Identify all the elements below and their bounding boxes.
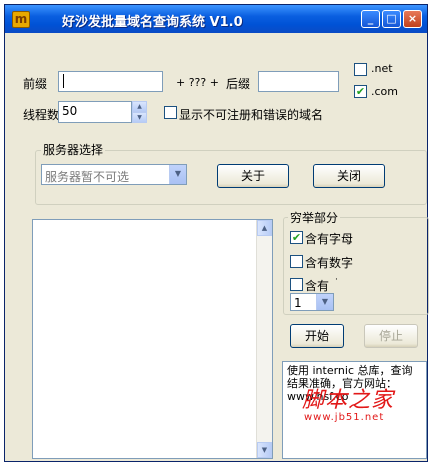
text-cursor — [63, 74, 64, 88]
server-select[interactable]: 服务器暂不可选 ▼ — [41, 164, 187, 185]
title-bar[interactable]: m 好沙发批量域名查询系统 V1.0 _ □ × — [5, 5, 427, 33]
close-button[interactable]: 关闭 — [313, 164, 385, 188]
watermark-url: www.jb51.net — [304, 412, 385, 423]
scroll-up-icon[interactable]: ▲ — [257, 220, 272, 236]
contains-dot: · — [335, 275, 338, 285]
digits-label: 含有数字 — [305, 256, 354, 270]
prefix-input[interactable] — [58, 71, 163, 92]
chevron-down-icon[interactable]: ▼ — [316, 294, 333, 310]
about-button[interactable]: 关于 — [217, 164, 289, 188]
joiner-text: + ??? + — [176, 76, 219, 89]
contains-checkbox[interactable] — [290, 278, 303, 291]
contains-count-value: 1 — [294, 296, 302, 310]
app-icon: m — [12, 11, 30, 28]
watermark-text: 脚本之家 — [302, 388, 395, 413]
contains-label: 含有 — [305, 279, 330, 293]
suffix-label: 后缀 — [226, 77, 251, 91]
server-select-value: 服务器暂不可选 — [45, 170, 130, 184]
digits-checkbox[interactable] — [290, 255, 303, 268]
spin-down-icon[interactable]: ▼ — [132, 112, 147, 123]
prefix-label: 前缀 — [23, 77, 48, 91]
close-window-button[interactable]: × — [403, 10, 422, 28]
enum-group-title: 穷举部分 — [288, 209, 341, 226]
com-checkbox[interactable]: ✔ — [354, 85, 367, 98]
result-list-scrollbar[interactable]: ▲ ▼ — [256, 220, 272, 458]
server-group-title: 服务器选择 — [41, 141, 106, 158]
threads-label: 线程数 — [23, 108, 60, 122]
com-label: .com — [371, 85, 398, 98]
start-button[interactable]: 开始 — [290, 324, 344, 348]
chevron-down-icon[interactable]: ▼ — [169, 165, 186, 184]
letters-checkbox[interactable]: ✔ — [290, 231, 303, 244]
result-list[interactable]: ▲ ▼ — [32, 219, 273, 459]
hide-invalid-label: 显示不可注册和错误的域名 — [179, 108, 324, 122]
suffix-input[interactable] — [258, 71, 339, 92]
net-checkbox[interactable] — [354, 63, 367, 76]
spin-up-icon[interactable]: ▲ — [132, 101, 147, 112]
contains-count-select[interactable]: 1 ▼ — [290, 293, 334, 311]
net-label: .net — [371, 62, 393, 75]
scroll-down-icon[interactable]: ▼ — [257, 442, 272, 458]
threads-input[interactable]: 50 — [58, 101, 132, 123]
window-title: 好沙发批量域名查询系统 V1.0 — [62, 15, 243, 30]
minimize-button[interactable]: _ — [361, 10, 380, 28]
hide-invalid-checkbox[interactable] — [164, 106, 177, 119]
stop-button[interactable]: 停止 — [364, 324, 418, 348]
threads-spinner[interactable]: ▲ ▼ — [132, 101, 147, 123]
letters-label: 含有字母 — [305, 232, 354, 246]
maximize-button[interactable]: □ — [382, 10, 401, 28]
